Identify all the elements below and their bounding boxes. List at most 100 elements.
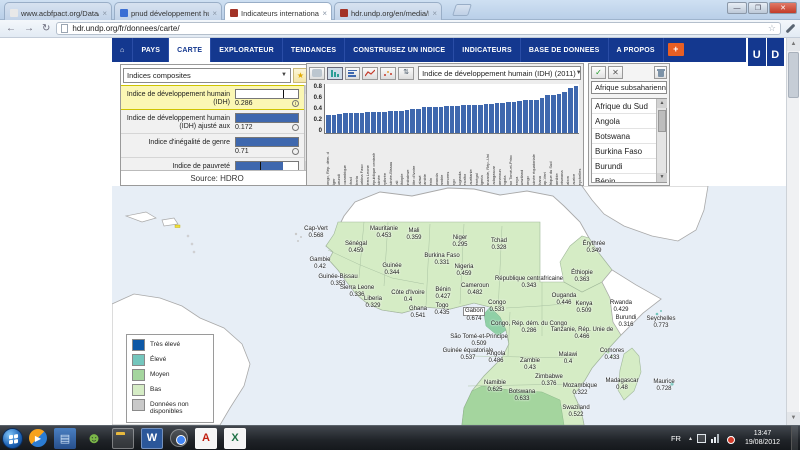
region-dropdown[interactable]: Afrique subsaharienn ▼: [591, 81, 667, 94]
tab-close-icon[interactable]: ×: [432, 9, 437, 18]
bar[interactable]: [371, 112, 376, 133]
tab-close-icon[interactable]: ×: [212, 9, 217, 18]
index-gauge[interactable]: [235, 137, 299, 147]
page-scrollbar[interactable]: ▲ ▼: [786, 38, 799, 425]
trash-icon[interactable]: [654, 66, 667, 79]
bar[interactable]: [332, 115, 337, 133]
scroll-up-arrow[interactable]: ▲: [787, 38, 800, 51]
country-list-item[interactable]: Afrique du Sud: [592, 99, 666, 114]
bar[interactable]: [500, 103, 505, 133]
nav-item[interactable]: CONSTRUISEZ UN INDICE: [345, 38, 454, 62]
browser-tab[interactable]: hdr.undp.org/en/media/H ×: [334, 2, 442, 20]
tab-close-icon[interactable]: ×: [102, 9, 107, 18]
bar[interactable]: [534, 100, 539, 133]
bar[interactable]: [433, 107, 438, 133]
browser-tab[interactable]: Indicateurs internationaux ×: [224, 2, 332, 20]
taskbar-app-icon[interactable]: X: [224, 428, 246, 449]
bar[interactable]: [416, 109, 421, 134]
network-icon[interactable]: [711, 434, 720, 443]
country-list-item[interactable]: Botswana: [592, 129, 666, 144]
forward-icon[interactable]: →: [22, 22, 36, 36]
new-tab-button[interactable]: [452, 4, 472, 16]
index-row[interactable]: Indice de développement humain (IDH) aju…: [121, 110, 313, 134]
browser-tab[interactable]: pnud développement hum ×: [114, 2, 222, 20]
bar[interactable]: [377, 112, 382, 133]
info-icon[interactable]: i: [292, 100, 299, 107]
column-chart-icon[interactable]: [327, 67, 343, 80]
browser-tab[interactable]: www.acbfpact.org/Data/Si ×: [4, 2, 112, 20]
url-text[interactable]: hdr.undp.org/fr/donnees/carte/: [72, 24, 179, 33]
taskbar-app-icon[interactable]: [170, 429, 188, 447]
taskbar-app-icon[interactable]: [112, 428, 134, 449]
nav-item[interactable]: CARTE: [169, 38, 211, 62]
country-list-scrollbar[interactable]: ▲ ▼: [656, 99, 666, 182]
gauge-marker[interactable]: [283, 90, 284, 98]
wrench-menu-icon[interactable]: [786, 24, 796, 34]
bar[interactable]: [562, 92, 567, 133]
bar[interactable]: [354, 113, 359, 133]
tray-expand-icon[interactable]: ▴: [689, 435, 692, 442]
action-center-icon[interactable]: [697, 434, 706, 443]
index-row[interactable]: Indice de pauvreté: [121, 158, 313, 170]
nav-item[interactable]: EXPLORATEUR: [211, 38, 283, 62]
country-list-item[interactable]: Burundi: [592, 159, 666, 174]
scroll-thumb[interactable]: [788, 52, 799, 98]
gauge-marker[interactable]: [260, 162, 261, 170]
clear-button[interactable]: ✕: [608, 66, 623, 79]
address-bar[interactable]: hdr.undp.org/fr/donnees/carte/ ☆: [56, 22, 781, 35]
index-row[interactable]: Indice d'inégalité de genre 0.71: [121, 134, 313, 158]
nav-plus-button[interactable]: +: [668, 43, 684, 56]
bar[interactable]: [444, 106, 449, 133]
nav-item[interactable]: INDICATEURS: [454, 38, 521, 62]
start-button[interactable]: [2, 428, 23, 449]
bar[interactable]: [551, 95, 556, 133]
bar[interactable]: [343, 113, 348, 133]
bar[interactable]: [337, 114, 342, 133]
country-list-item[interactable]: Bénin: [592, 174, 666, 183]
bar[interactable]: [478, 105, 483, 133]
bar[interactable]: [523, 100, 528, 133]
index-gauge[interactable]: [235, 89, 299, 99]
bar[interactable]: [455, 106, 460, 133]
close-button[interactable]: ✕: [769, 2, 797, 14]
apply-button[interactable]: ✓: [591, 66, 606, 79]
country-list-item[interactable]: Burkina Faso: [592, 144, 666, 159]
bar[interactable]: [568, 88, 573, 133]
bar[interactable]: [326, 115, 331, 133]
reload-icon[interactable]: ↻: [40, 22, 52, 36]
bar[interactable]: [506, 102, 511, 133]
bar[interactable]: [484, 104, 489, 133]
bar[interactable]: [427, 107, 432, 133]
minimize-button[interactable]: —: [727, 2, 747, 14]
bar[interactable]: [410, 109, 415, 134]
bar[interactable]: [472, 105, 477, 133]
nav-item[interactable]: A PROPOS: [609, 38, 664, 62]
map-view-icon[interactable]: [309, 67, 325, 80]
bar[interactable]: [495, 103, 500, 133]
taskbar-app-icon[interactable]: ▤: [54, 428, 76, 449]
bar[interactable]: [545, 95, 550, 133]
bar[interactable]: [557, 94, 562, 133]
nav-item[interactable]: PAYS: [133, 38, 169, 62]
bar[interactable]: [512, 102, 517, 133]
nav-item[interactable]: BASE DE DONNEES: [521, 38, 609, 62]
indicator-dropdown[interactable]: Indice de développement humain (IDH) (20…: [418, 66, 581, 80]
line-chart-icon[interactable]: [362, 67, 378, 80]
bar[interactable]: [450, 106, 455, 133]
bar[interactable]: [461, 105, 466, 133]
bookmark-star-icon[interactable]: ☆: [768, 23, 776, 34]
info-icon[interactable]: [292, 124, 299, 131]
bar[interactable]: [529, 100, 534, 133]
bar[interactable]: [422, 107, 427, 133]
bar[interactable]: [439, 107, 444, 133]
show-desktop-button[interactable]: [791, 426, 798, 450]
bar[interactable]: [467, 105, 472, 133]
taskbar-app-icon[interactable]: W: [141, 428, 163, 449]
bar[interactable]: [388, 111, 393, 133]
indices-dropdown[interactable]: Indices composites ▼: [123, 68, 291, 83]
bar[interactable]: [574, 86, 579, 133]
bar[interactable]: [360, 113, 365, 133]
bar[interactable]: [517, 101, 522, 133]
bar[interactable]: [382, 112, 387, 133]
info-icon[interactable]: [292, 148, 299, 155]
